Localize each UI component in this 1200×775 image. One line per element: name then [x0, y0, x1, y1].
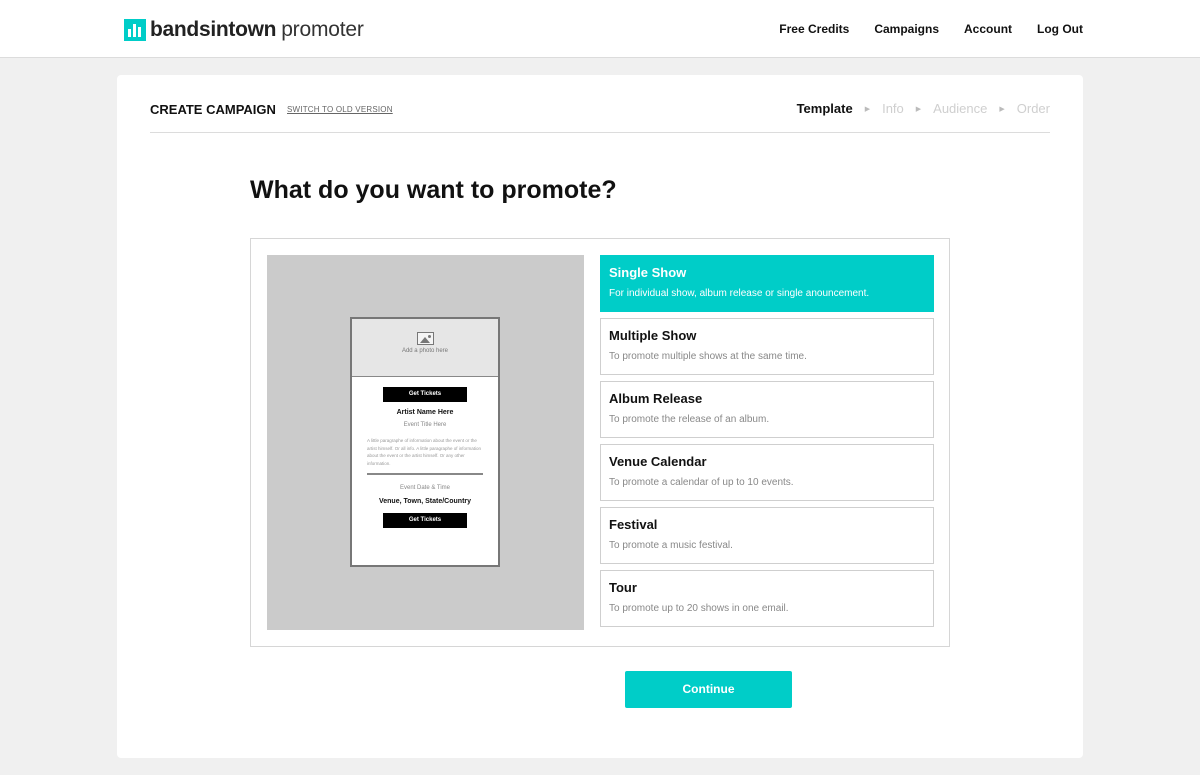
option-title: Tour [609, 580, 637, 595]
photo-placeholder-label: Add a photo here [401, 348, 449, 354]
campaign-type-options: Single Show For individual show, album r… [600, 255, 934, 633]
step-arrow-icon: ▶ [999, 105, 1005, 113]
preview-paragraph: A little paragraphe of information about… [367, 438, 482, 466]
option-festival[interactable]: Festival To promote a music festival. [600, 507, 934, 564]
preview-artist-name: Artist Name Here [396, 409, 454, 416]
step-order: Order [1016, 101, 1050, 116]
preview-get-tickets-button: Get Tickets [383, 513, 467, 528]
bandsintown-logo-icon [124, 19, 146, 41]
option-description: For individual show, album release or si… [609, 288, 870, 299]
option-description: To promote multiple shows at the same ti… [609, 351, 807, 362]
top-nav: Free Credits Campaigns Account Log Out [779, 22, 1083, 36]
step-indicator: Template ▶ Info ▶ Audience ▶ Order [797, 101, 1050, 116]
preview-body: Get Tickets Artist Name Here Event Title… [352, 377, 498, 528]
continue-button[interactable]: Continue [625, 671, 792, 708]
option-description: To promote up to 20 shows in one email. [609, 603, 789, 614]
nav-free-credits[interactable]: Free Credits [779, 22, 849, 36]
step-audience: Audience [933, 101, 988, 116]
option-album-release[interactable]: Album Release To promote the release of … [600, 381, 934, 438]
promote-heading: What do you want to promote? [250, 176, 617, 204]
preview-get-tickets-button: Get Tickets [383, 387, 467, 402]
step-info: Info [882, 101, 904, 116]
nav-log-out[interactable]: Log Out [1037, 22, 1083, 36]
option-tour[interactable]: Tour To promote up to 20 shows in one em… [600, 570, 934, 627]
option-multiple-show[interactable]: Multiple Show To promote multiple shows … [600, 318, 934, 375]
brand-product: promoter [281, 18, 364, 41]
email-preview-mockup: Add a photo here Get Tickets Artist Name… [350, 317, 500, 567]
nav-account[interactable]: Account [964, 22, 1012, 36]
photo-placeholder: Add a photo here [352, 319, 498, 377]
preview-event-date: Event Date & Time [399, 485, 451, 491]
image-icon [416, 332, 434, 345]
step-template: Template [796, 101, 853, 116]
option-title: Album Release [609, 391, 703, 406]
preview-event-title: Event Title Here [403, 422, 447, 428]
template-picker: Add a photo here Get Tickets Artist Name… [250, 238, 950, 647]
template-preview: Add a photo here Get Tickets Artist Name… [267, 255, 584, 630]
switch-to-old-version-link[interactable]: SWITCH TO OLD VERSION [287, 105, 393, 114]
step-arrow-icon: ▶ [915, 105, 922, 113]
option-title: Single Show [609, 265, 687, 280]
nav-campaigns[interactable]: Campaigns [874, 22, 939, 36]
create-campaign-card: CREATE CAMPAIGN SWITCH TO OLD VERSION Te… [117, 75, 1083, 758]
card-header: CREATE CAMPAIGN SWITCH TO OLD VERSION Te… [150, 100, 1050, 133]
option-title: Festival [609, 517, 658, 532]
preview-venue: Venue, Town, State/Country [378, 498, 472, 505]
option-single-show[interactable]: Single Show For individual show, album r… [600, 255, 934, 312]
option-title: Multiple Show [609, 328, 697, 343]
top-bar: bandsintown promoter Free Credits Campai… [0, 0, 1200, 58]
brand-logo[interactable]: bandsintown promoter [124, 18, 364, 42]
option-venue-calendar[interactable]: Venue Calendar To promote a calendar of … [600, 444, 934, 501]
page-title: CREATE CAMPAIGN [150, 102, 276, 117]
option-description: To promote a calendar of up to 10 events… [609, 477, 794, 488]
step-arrow-icon: ▶ [864, 105, 871, 113]
brand-name: bandsintown [150, 18, 277, 41]
option-description: To promote the release of an album. [609, 414, 770, 425]
option-description: To promote a music festival. [609, 540, 733, 551]
preview-divider [367, 473, 483, 475]
option-title: Venue Calendar [609, 454, 707, 469]
